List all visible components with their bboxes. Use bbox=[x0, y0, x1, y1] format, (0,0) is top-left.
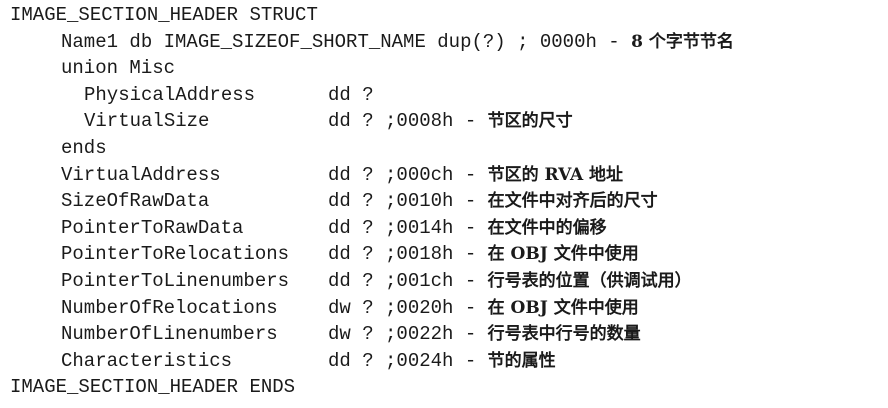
field-comment: 在文件中对齐后的尺寸 bbox=[487, 191, 658, 212]
field-name: PointerToRelocations bbox=[61, 243, 290, 266]
field-name: VirtualSize bbox=[84, 110, 210, 133]
field-line: PointerToRawData dd ? ;0014h - 在文件中的偏移 bbox=[10, 215, 880, 242]
struct-open-line: IMAGE_SECTION_HEADER STRUCT bbox=[10, 2, 880, 29]
field-decl: dd ? ;0008h - bbox=[328, 110, 488, 133]
field-line: NumberOfLinenumbers dw ? ;0022h - 行号表中行号的… bbox=[10, 321, 880, 348]
field-decl: dd ? ;0024h - bbox=[328, 349, 488, 372]
field-line: VirtualAddress dd ? ;000ch - 节区的 RVA 地址 bbox=[10, 162, 880, 189]
field-decl: dd ? ;0018h - bbox=[328, 243, 488, 266]
field-comment: 行号表中行号的数量 bbox=[487, 324, 641, 345]
field-line: Characteristics dd ? ;0024h - 节的属性 bbox=[10, 348, 880, 375]
field-line: NumberOfRelocations dw ? ;0020h - 在 OBJ 文… bbox=[10, 295, 880, 322]
field-decl: dw ? ;0020h - bbox=[328, 296, 488, 319]
union-open: union Misc bbox=[61, 57, 176, 80]
field-decl: dd ? ;000ch - bbox=[328, 163, 488, 186]
name1-comment: 8 个字节节名 bbox=[631, 31, 734, 52]
field-name: PointerToRawData bbox=[61, 216, 244, 239]
union-open-line: union Misc bbox=[10, 55, 880, 82]
field-decl: dd ? ;0010h - bbox=[328, 190, 488, 213]
field-line: PointerToRelocations dd ? ;0018h - 在 OBJ … bbox=[10, 241, 880, 268]
field-decl: dd ? ;001ch - bbox=[328, 269, 488, 292]
field-comment: 节区的 RVA 地址 bbox=[487, 164, 624, 185]
field-name: PointerToLinenumbers bbox=[61, 269, 290, 292]
field-comment: 节的属性 bbox=[487, 350, 556, 371]
name1-code: Name1 db IMAGE_SIZEOF_SHORT_NAME dup(?) … bbox=[61, 30, 632, 53]
union-field-line: PhysicalAddress dd ? bbox=[10, 82, 880, 109]
field-comment: 节区的尺寸 bbox=[487, 111, 573, 132]
field-name: NumberOfRelocations bbox=[61, 296, 278, 319]
code-listing: IMAGE_SECTION_HEADER STRUCT Name1 db IMA… bbox=[10, 2, 880, 401]
field-comment: 在 OBJ 文件中使用 bbox=[487, 244, 639, 265]
field-decl: dw ? ;0022h - bbox=[328, 323, 488, 346]
struct-close-line: IMAGE_SECTION_HEADER ENDS bbox=[10, 374, 880, 401]
field-name: SizeOfRawData bbox=[61, 190, 210, 213]
field-name: VirtualAddress bbox=[61, 163, 221, 186]
name1-line: Name1 db IMAGE_SIZEOF_SHORT_NAME dup(?) … bbox=[10, 29, 880, 56]
field-comment: 行号表的位置（供调试用） bbox=[487, 270, 692, 291]
field-line: PointerToLinenumbers dd ? ;001ch - 行号表的位置… bbox=[10, 268, 880, 295]
field-decl: dd ? ;0014h - bbox=[328, 216, 488, 239]
union-close: ends bbox=[61, 136, 107, 159]
struct-close: IMAGE_SECTION_HEADER ENDS bbox=[10, 376, 296, 399]
union-close-line: ends bbox=[10, 135, 880, 162]
field-line: SizeOfRawData dd ? ;0010h - 在文件中对齐后的尺寸 bbox=[10, 188, 880, 215]
field-name: PhysicalAddress bbox=[84, 83, 256, 106]
field-name: NumberOfLinenumbers bbox=[61, 323, 278, 346]
field-comment: 在 OBJ 文件中使用 bbox=[487, 297, 639, 318]
struct-open: IMAGE_SECTION_HEADER STRUCT bbox=[10, 4, 318, 26]
field-decl: dd ? bbox=[328, 83, 374, 106]
field-name: Characteristics bbox=[61, 349, 233, 372]
field-comment: 在文件中的偏移 bbox=[487, 217, 607, 238]
union-field-line: VirtualSize dd ? ;0008h - 节区的尺寸 bbox=[10, 108, 880, 135]
